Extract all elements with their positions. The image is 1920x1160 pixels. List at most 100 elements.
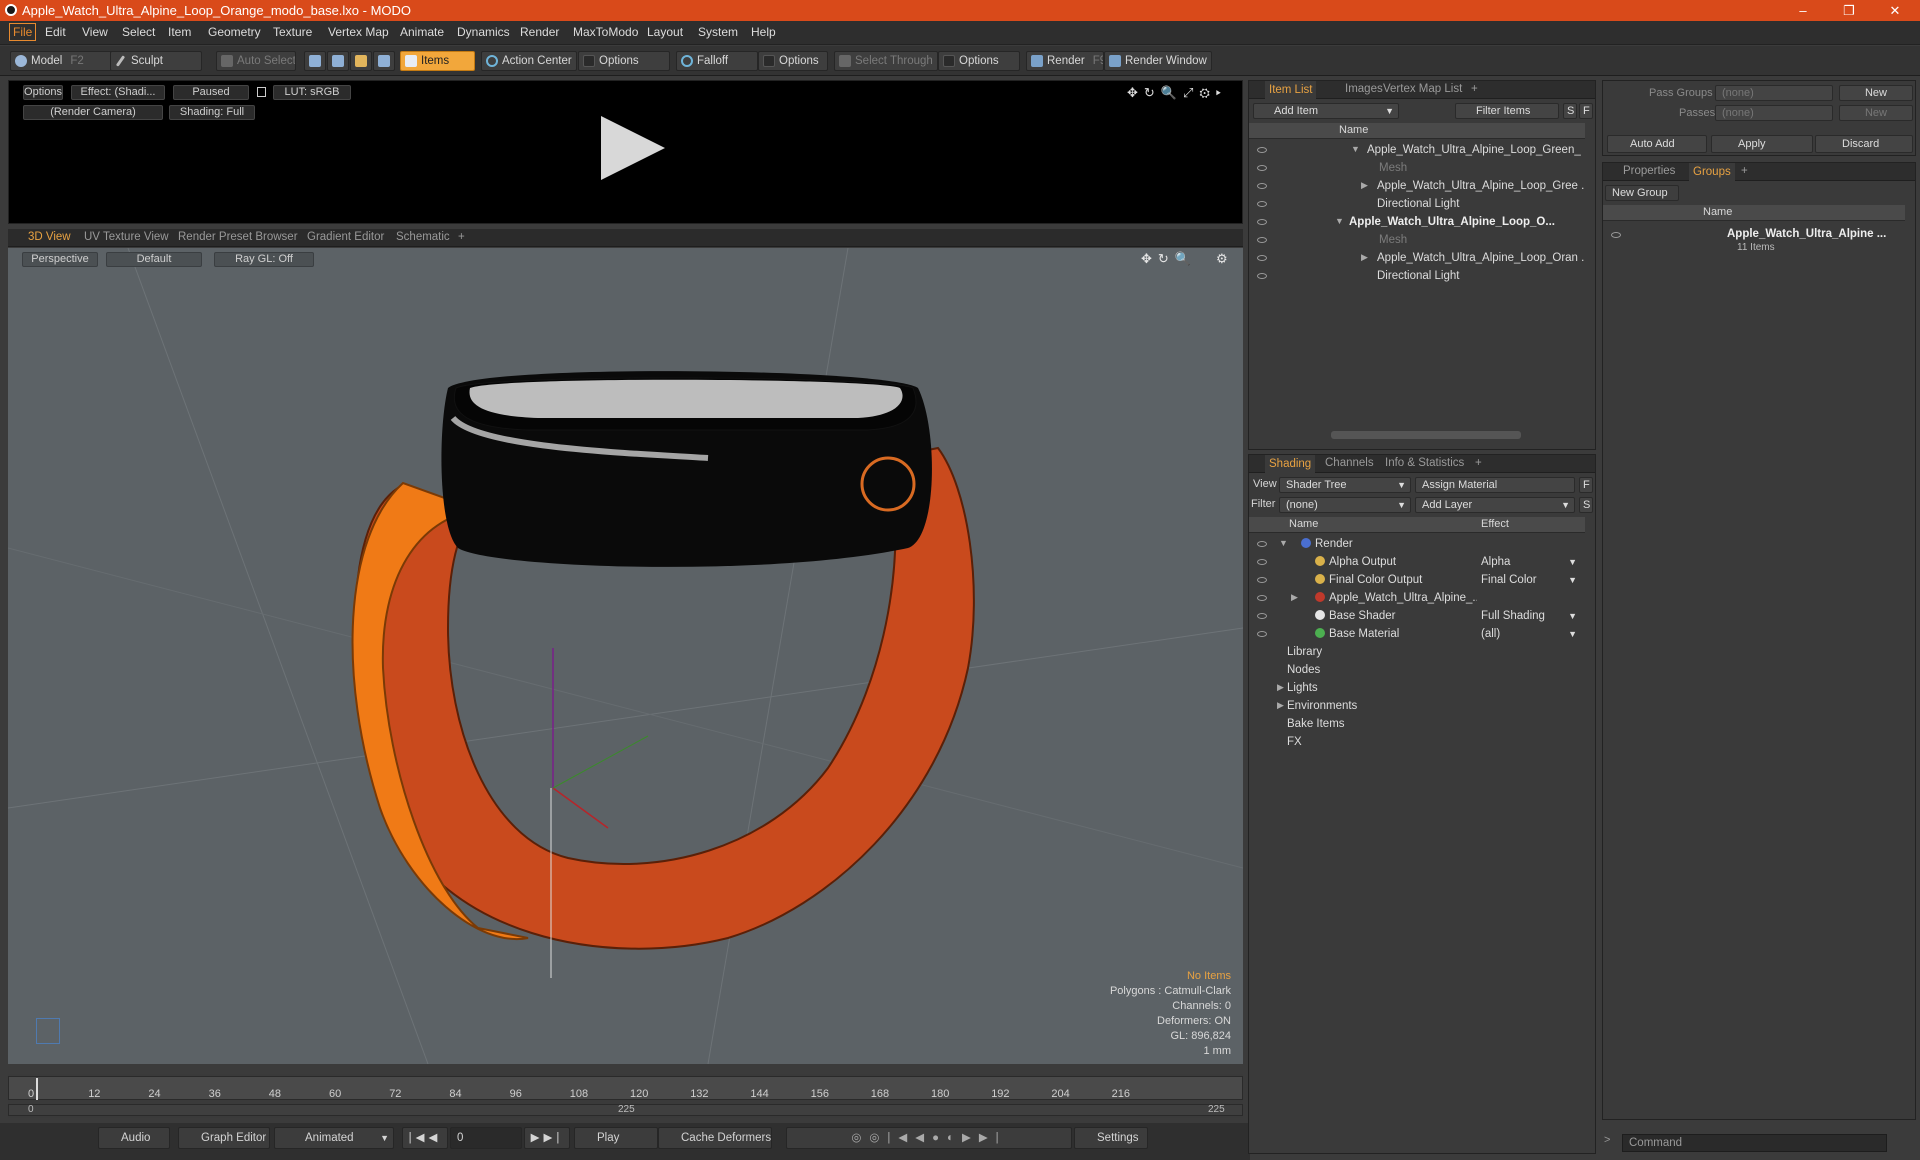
viewport-style-dropdown[interactable]: Default bbox=[106, 252, 202, 267]
effect-dropdown[interactable]: Final Color ▼ bbox=[1481, 571, 1581, 589]
eye-icon[interactable] bbox=[1257, 631, 1267, 637]
expand-arrow-icon[interactable]: ▶ bbox=[1361, 180, 1368, 191]
tab-shading[interactable]: Shading bbox=[1265, 455, 1316, 473]
shader-tree-row[interactable]: Render bbox=[1301, 535, 1477, 553]
eye-icon[interactable] bbox=[1257, 201, 1267, 207]
shading-f-button[interactable]: F bbox=[1579, 477, 1593, 493]
horizontal-scrollbar[interactable] bbox=[1331, 431, 1521, 439]
settings-button[interactable]: Settings bbox=[1074, 1127, 1148, 1149]
command-input[interactable]: Command bbox=[1622, 1134, 1887, 1152]
auto-select-button[interactable]: Auto Select bbox=[216, 51, 296, 71]
add-tab-button[interactable]: + bbox=[1741, 165, 1748, 177]
menu-animate[interactable]: Animate bbox=[400, 25, 444, 39]
tab-item-list[interactable]: Item List bbox=[1265, 81, 1317, 99]
play-icon[interactable] bbox=[601, 116, 665, 180]
eye-icon[interactable] bbox=[1257, 613, 1267, 619]
add-item-dropdown[interactable]: Add Item ▼ bbox=[1253, 103, 1399, 119]
items-mode-button[interactable]: Items bbox=[400, 51, 475, 71]
shader-tree-row[interactable]: Base Shader bbox=[1315, 607, 1477, 625]
menu-select[interactable]: Select bbox=[122, 25, 155, 39]
raygl-dropdown[interactable]: Ray GL: Off bbox=[214, 252, 314, 267]
preview-paused-button[interactable]: Paused bbox=[173, 85, 249, 100]
cache-deformers-button[interactable]: Cache Deformers bbox=[658, 1127, 772, 1149]
effect-dropdown[interactable]: Full Shading ▼ bbox=[1481, 607, 1581, 625]
shader-tree-row[interactable]: Apple_Watch_Ultra_Alpine_... bbox=[1315, 589, 1477, 607]
key-tools-icons[interactable]: ◎◎|◀◀●◐▶▶| bbox=[786, 1127, 1072, 1149]
shader-tree-row[interactable]: Bake Items bbox=[1287, 715, 1477, 733]
menu-vertex-map[interactable]: Vertex Map bbox=[328, 25, 389, 39]
item-list-row[interactable]: Apple_Watch_Ultra_Alpine_Loop_Green_ ... bbox=[1367, 141, 1585, 159]
materials-mode-button[interactable] bbox=[373, 51, 395, 71]
expand-arrow-icon[interactable]: ▶ bbox=[1277, 682, 1284, 693]
item-list-row[interactable]: Apple_Watch_Ultra_Alpine_Loop_Oran ... bbox=[1377, 249, 1585, 267]
tab-images[interactable]: Images bbox=[1345, 83, 1383, 95]
sculpt-mode-button[interactable]: Sculpt bbox=[110, 51, 202, 71]
menu-view[interactable]: View bbox=[82, 25, 108, 39]
menu-item[interactable]: Item bbox=[168, 25, 191, 39]
item-list-row[interactable]: Mesh bbox=[1379, 159, 1585, 177]
tab-info-statistics[interactable]: Info & Statistics bbox=[1385, 457, 1464, 469]
falloff-button[interactable]: Falloff bbox=[676, 51, 758, 71]
add-tab-button[interactable]: + bbox=[458, 231, 465, 243]
eye-icon[interactable] bbox=[1257, 255, 1267, 261]
tab-schematic[interactable]: Schematic bbox=[396, 231, 450, 243]
collapse-arrow-icon[interactable]: ▼ bbox=[1279, 538, 1288, 548]
new-pass-button[interactable]: New bbox=[1839, 105, 1913, 121]
apply-button[interactable]: Apply bbox=[1711, 135, 1813, 153]
shader-tree-row[interactable]: Final Color Output bbox=[1315, 571, 1477, 589]
eye-icon[interactable] bbox=[1257, 559, 1267, 565]
new-group-button[interactable]: New Group bbox=[1605, 185, 1679, 201]
minimize-button[interactable]: – bbox=[1780, 0, 1826, 21]
timeline[interactable]: 0 12 24 36 48 60 72 84 96 108 120 132 144 156 168 180 19… bbox=[8, 1074, 1243, 1118]
menu-layout[interactable]: Layout bbox=[647, 25, 683, 39]
projection-dropdown[interactable]: Perspective bbox=[22, 252, 98, 267]
animated-dropdown[interactable]: Animated ▼ bbox=[274, 1127, 394, 1149]
expand-arrow-icon[interactable]: ▶ bbox=[1277, 700, 1284, 711]
select-through-options-button[interactable]: Options bbox=[938, 51, 1020, 71]
action-center-button[interactable]: Action Center bbox=[481, 51, 577, 71]
close-button[interactable]: ✕ bbox=[1872, 0, 1918, 21]
gear-icon[interactable]: ⚙ bbox=[1216, 251, 1228, 267]
add-tab-button[interactable]: + bbox=[1471, 83, 1478, 95]
item-list-row[interactable]: Directional Light bbox=[1377, 267, 1585, 285]
model-mode-button[interactable]: Model F2 bbox=[10, 51, 112, 71]
menu-maxtomodo[interactable]: MaxToModo bbox=[573, 25, 638, 39]
restore-button[interactable]: ❐ bbox=[1826, 0, 1872, 21]
eye-icon[interactable] bbox=[1257, 183, 1267, 189]
assign-material-button[interactable]: Assign Material bbox=[1415, 477, 1575, 493]
add-tab-button[interactable]: + bbox=[1475, 457, 1482, 469]
shader-tree-row[interactable]: Alpha Output bbox=[1315, 553, 1477, 571]
shading-s-button[interactable]: S bbox=[1579, 497, 1593, 513]
menu-dynamics[interactable]: Dynamics bbox=[457, 25, 510, 39]
pass-groups-dropdown[interactable]: (none) bbox=[1715, 85, 1833, 101]
collapse-arrow-icon[interactable]: ▼ bbox=[1335, 216, 1344, 226]
audio-button[interactable]: Audio bbox=[98, 1127, 170, 1149]
item-list-row[interactable]: Apple_Watch_Ultra_Alpine_Loop_O... bbox=[1349, 213, 1585, 231]
tab-render-preset-browser[interactable]: Render Preset Browser bbox=[178, 231, 298, 243]
render-button[interactable]: RenderF9 bbox=[1026, 51, 1104, 71]
shader-tree-row[interactable]: Lights bbox=[1287, 679, 1477, 697]
3d-viewport[interactable]: Perspective Default Ray GL: Off ✥↻🔍 ⚙ No… bbox=[8, 248, 1243, 1064]
preview-effect-dropdown[interactable]: Effect: (Shadi... bbox=[71, 85, 165, 100]
skip-back-buttons[interactable]: |◀◀ bbox=[402, 1127, 448, 1149]
shader-tree-row[interactable]: Nodes bbox=[1287, 661, 1477, 679]
eye-icon[interactable] bbox=[1257, 147, 1267, 153]
effect-dropdown[interactable]: (all) ▼ bbox=[1481, 625, 1581, 643]
select-through-button[interactable]: Select Through bbox=[834, 51, 938, 71]
tab-groups[interactable]: Groups bbox=[1689, 163, 1735, 181]
viewport-nav-icons[interactable]: ✥↻🔍 bbox=[1141, 251, 1197, 267]
eye-icon[interactable] bbox=[1257, 219, 1267, 225]
edges-mode-button[interactable] bbox=[327, 51, 349, 71]
collapse-arrow-icon[interactable]: ▼ bbox=[1351, 144, 1360, 154]
menu-edit[interactable]: Edit bbox=[45, 25, 66, 39]
new-pass-group-button[interactable]: New bbox=[1839, 85, 1913, 101]
discard-button[interactable]: Discard bbox=[1815, 135, 1913, 153]
eye-icon[interactable] bbox=[1257, 237, 1267, 243]
menu-texture[interactable]: Texture bbox=[273, 25, 312, 39]
tab-channels[interactable]: Channels bbox=[1325, 457, 1374, 469]
tab-vertex-map-list[interactable]: Vertex Map List bbox=[1383, 83, 1462, 95]
preview-nav-icons[interactable]: ✥↻🔍⤢⚙▸ bbox=[1127, 85, 1227, 101]
filter-f-button[interactable]: F bbox=[1579, 103, 1593, 119]
graph-editor-button[interactable]: Graph Editor bbox=[178, 1127, 270, 1149]
lock-icon[interactable] bbox=[257, 87, 266, 97]
